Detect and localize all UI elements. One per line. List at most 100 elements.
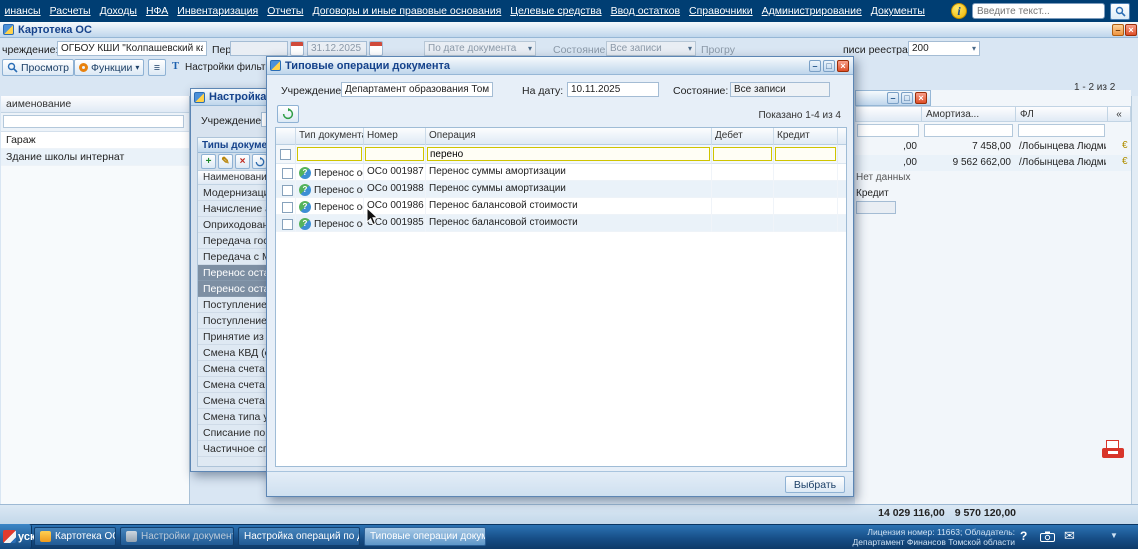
table-row[interactable]: ?Перенос ос... ОСо 001985 Перенос баланс… <box>276 214 846 232</box>
operation-icon: ? <box>299 184 311 196</box>
debit-cell <box>712 180 774 198</box>
vertical-scrollbar[interactable] <box>1131 96 1138 504</box>
list-button[interactable]: ≡ <box>148 59 166 76</box>
menu-item[interactable]: НФА <box>146 5 168 17</box>
menu-item[interactable]: Ввод остатков <box>611 5 680 17</box>
column-header-blank[interactable] <box>855 106 922 122</box>
column-header-credit[interactable]: Кредит <box>774 127 838 145</box>
functions-button[interactable]: Функции ▾ <box>74 59 145 76</box>
add-button[interactable]: + <box>201 154 216 169</box>
menu-item[interactable]: Администрирование <box>762 5 862 17</box>
calendar-icon[interactable] <box>290 41 304 56</box>
credit-label: Кредит <box>856 188 889 199</box>
close-button[interactable]: × <box>837 59 849 72</box>
row-checkbox[interactable] <box>281 218 293 230</box>
name-filter-input[interactable] <box>3 115 184 128</box>
institution-input[interactable] <box>57 41 207 56</box>
menu-icon: ≡ <box>153 61 161 74</box>
maximize-button[interactable]: □ <box>823 59 835 72</box>
table-header: Тип документа Номер Операция Дебет Креди… <box>276 127 846 145</box>
modal-title: Типовые операции документа <box>285 59 450 72</box>
close-button[interactable]: × <box>1125 24 1137 36</box>
total-balance: 14 029 116,00 <box>878 507 945 519</box>
search-input[interactable] <box>972 3 1105 19</box>
menu-item[interactable]: Доходы <box>100 5 137 17</box>
credit-input[interactable] <box>856 201 896 214</box>
select-button[interactable]: Выбрать <box>785 476 845 493</box>
close-button[interactable]: × <box>915 92 927 104</box>
amort-filter-input[interactable] <box>924 124 1013 137</box>
column-header-amort[interactable]: Амортиза... <box>921 106 1016 122</box>
maximize-button[interactable]: □ <box>901 92 913 104</box>
state-combo[interactable]: Все записи ▾ <box>606 41 696 56</box>
filter-input[interactable] <box>857 124 919 137</box>
row-checkbox[interactable] <box>281 201 293 213</box>
search-cluster: i <box>945 0 1138 22</box>
tray-arrow-icon[interactable]: ▼ <box>1110 531 1118 540</box>
menu-item[interactable]: Договоры и иные правовые основания <box>312 5 501 17</box>
refresh-button[interactable] <box>277 105 299 123</box>
minimize-button[interactable]: – <box>887 92 899 104</box>
menu-item[interactable]: Инвентаризация <box>177 5 258 17</box>
menu-item[interactable]: Расчеты <box>50 5 91 17</box>
type-filter-input[interactable] <box>297 147 362 161</box>
menu-item[interactable]: Справочники <box>689 5 753 17</box>
date-input[interactable] <box>567 82 659 97</box>
task-item[interactable]: Картотека ОС <box>34 527 116 546</box>
menu-item[interactable]: Документы <box>871 5 925 17</box>
credit-cell <box>774 214 838 232</box>
menu-item[interactable]: Отчеты <box>267 5 303 17</box>
edit-button[interactable]: ✎ <box>218 154 233 169</box>
envelope-icon[interactable]: ✉ <box>1064 528 1075 544</box>
table-row[interactable]: ?Перенос ос... ОСо 001988 Перенос суммы … <box>276 180 846 198</box>
fl-filter-input[interactable] <box>1018 124 1105 137</box>
menu-item[interactable]: инансы <box>5 5 41 17</box>
task-item[interactable]: Настройка операций по доку... <box>238 527 360 546</box>
column-header-num[interactable]: Номер <box>364 127 426 145</box>
delete-button[interactable]: × <box>235 154 250 169</box>
task-item[interactable]: Настройки документов (... <box>120 527 234 546</box>
institution-label: Учреждение: <box>201 115 265 127</box>
menu-item[interactable]: Целевые средства <box>510 5 601 17</box>
state-input[interactable] <box>730 82 830 97</box>
column-header-type[interactable]: Тип документа <box>296 127 364 145</box>
minimize-button[interactable]: – <box>809 59 821 72</box>
grid-row[interactable]: Гараж <box>1 132 189 149</box>
institution-input[interactable] <box>341 82 493 97</box>
app-window-icon <box>3 24 14 35</box>
date-to-input[interactable] <box>307 41 367 56</box>
debit-filter-input[interactable] <box>713 147 772 161</box>
help-icon[interactable]: ? <box>1020 529 1027 543</box>
camera-icon[interactable] <box>1040 531 1055 545</box>
calendar-icon[interactable] <box>369 41 383 56</box>
credit-filter-input[interactable] <box>775 147 836 161</box>
column-header-op[interactable]: Операция <box>426 127 712 145</box>
table-row[interactable]: ?Перенос ос... ОСо 001986 Перенос баланс… <box>276 197 846 215</box>
row-checkbox[interactable] <box>281 184 293 196</box>
credit-cell <box>774 180 838 198</box>
start-button[interactable]: уск <box>0 524 35 549</box>
grid-row[interactable]: Здание школы интернат <box>1 149 189 166</box>
date-from-input[interactable] <box>230 41 288 56</box>
collapse-button[interactable]: « <box>1107 106 1131 122</box>
op-filter-input[interactable] <box>427 147 710 161</box>
minimize-button[interactable]: – <box>1112 24 1124 36</box>
num-cell: ОСо 001988 <box>364 180 426 198</box>
info-icon[interactable]: i <box>951 3 967 19</box>
doc-date-combo[interactable]: По дате документа ▾ <box>424 41 536 56</box>
row-checkbox[interactable] <box>281 167 293 179</box>
view-button[interactable]: Просмотр <box>2 59 74 76</box>
num-filter-input[interactable] <box>365 147 424 161</box>
registry-combo[interactable]: 200 ▾ <box>908 41 980 56</box>
red-status-icon[interactable] <box>1101 440 1125 460</box>
modal-footer: Выбрать <box>267 471 853 496</box>
column-header-name[interactable]: аименование <box>1 96 189 113</box>
table-row[interactable]: ?Перенос ос... ОСо 001987 Перенос суммы … <box>276 163 846 181</box>
select-all-checkbox[interactable] <box>280 148 291 160</box>
column-header-debit[interactable]: Дебет <box>712 127 774 145</box>
task-item[interactable]: Типовые операции докум... <box>364 527 486 546</box>
column-header-fl[interactable]: ФЛ <box>1015 106 1108 122</box>
refresh-icon <box>282 108 294 120</box>
refresh-button[interactable] <box>252 154 267 169</box>
search-button[interactable] <box>1110 2 1130 20</box>
